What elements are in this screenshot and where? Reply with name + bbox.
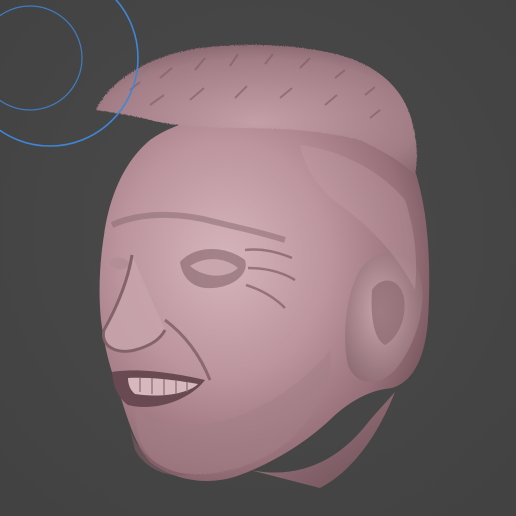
sculpt-viewport[interactable]: [0, 0, 516, 516]
sculpted-head-model[interactable]: [0, 0, 516, 516]
